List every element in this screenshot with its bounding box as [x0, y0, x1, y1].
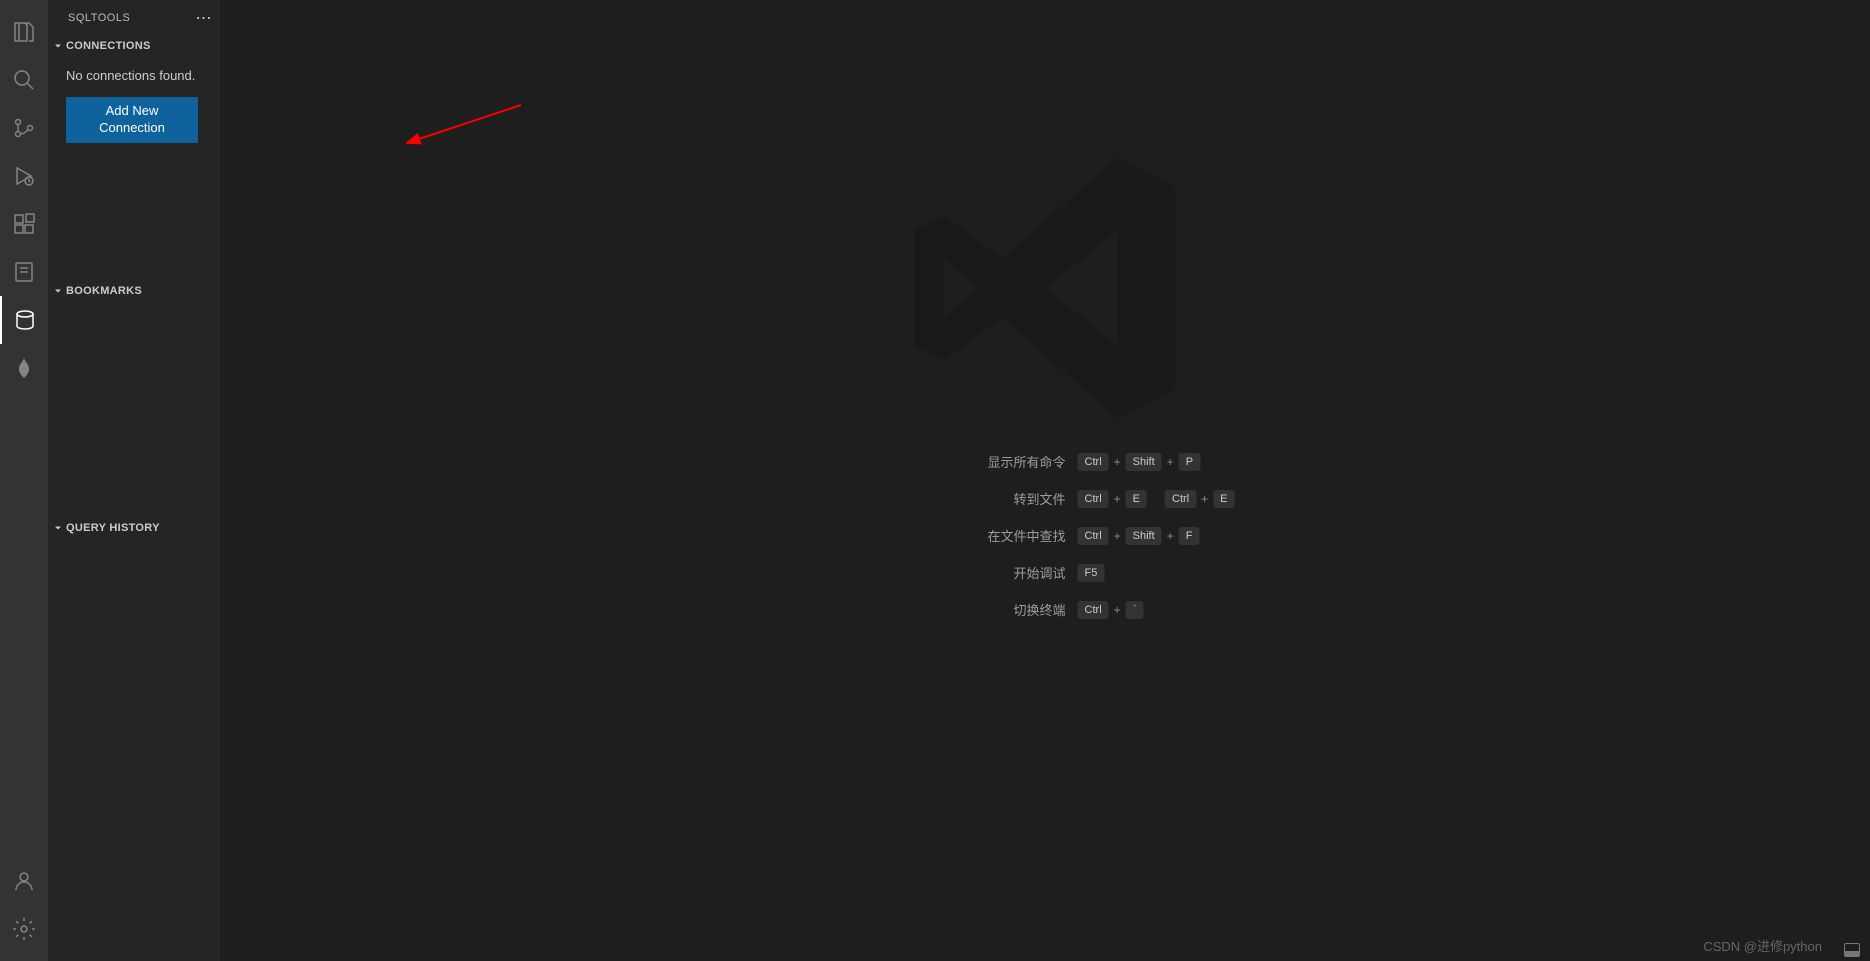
- key: `: [1126, 601, 1144, 619]
- chevron-down-icon: [52, 285, 64, 297]
- editor-area: 显示所有命令 Ctrl + Shift + P 转到文件 Ctrl + E Ctrl + E 在文件中查找…: [220, 0, 1870, 961]
- more-icon[interactable]: ⋯: [196, 8, 213, 28]
- shortcut-keys: F5: [1078, 564, 1105, 582]
- shortcut-label: 转到文件: [856, 489, 1066, 508]
- shortcut-keys: Ctrl + Shift + F: [1078, 527, 1200, 545]
- activity-explorer[interactable]: [0, 8, 48, 56]
- vscode-logo: [900, 143, 1190, 433]
- shortcut-row: 转到文件 Ctrl + E Ctrl + E: [856, 489, 1235, 508]
- plus-separator: +: [1114, 492, 1121, 506]
- welcome-shortcuts: 显示所有命令 Ctrl + Shift + P 转到文件 Ctrl + E Ctrl + E 在文件中查找…: [856, 452, 1235, 619]
- activity-settings[interactable]: [0, 905, 48, 953]
- key: Ctrl: [1078, 601, 1109, 619]
- sidebar: SQLTOOLS ⋯ CONNECTIONS No connections fo…: [48, 0, 220, 961]
- key: F: [1179, 527, 1200, 545]
- activity-extensions[interactable]: [0, 200, 48, 248]
- shortcut-row: 在文件中查找 Ctrl + Shift + F: [856, 526, 1235, 545]
- plus-separator: +: [1114, 455, 1121, 469]
- add-new-connection-button[interactable]: Add New Connection: [66, 97, 198, 143]
- key: Shift: [1126, 453, 1162, 471]
- activity-search[interactable]: [0, 56, 48, 104]
- sidebar-header: SQLTOOLS ⋯: [48, 0, 220, 35]
- shortcut-row: 开始调试 F5: [856, 563, 1235, 582]
- key: Shift: [1126, 527, 1162, 545]
- activity-account[interactable]: [0, 857, 48, 905]
- key: E: [1213, 490, 1234, 508]
- shortcut-keys: Ctrl + E Ctrl + E: [1078, 490, 1235, 508]
- activity-sqltools[interactable]: [0, 296, 48, 344]
- connections-content: No connections found. Add New Connection: [48, 57, 220, 153]
- activity-run-debug[interactable]: [0, 152, 48, 200]
- shortcut-keys: Ctrl + `: [1078, 601, 1144, 619]
- key: F5: [1078, 564, 1105, 582]
- layout-panel-icon[interactable]: [1844, 943, 1860, 957]
- section-header-history[interactable]: QUERY HISTORY: [48, 517, 220, 539]
- plus-separator: +: [1167, 455, 1174, 469]
- plus-separator: +: [1201, 492, 1208, 506]
- chevron-down-icon: [52, 40, 64, 52]
- key: P: [1179, 453, 1200, 471]
- key: Ctrl: [1078, 527, 1109, 545]
- plus-separator: +: [1114, 529, 1121, 543]
- plus-separator: +: [1114, 603, 1121, 617]
- sidebar-title: SQLTOOLS: [68, 12, 130, 24]
- activity-notebook[interactable]: [0, 248, 48, 296]
- activity-mongo[interactable]: [0, 344, 48, 392]
- connections-label: CONNECTIONS: [66, 40, 151, 52]
- no-connections-text: No connections found.: [66, 67, 202, 85]
- activity-bar: [0, 0, 48, 961]
- activity-source-control[interactable]: [0, 104, 48, 152]
- section-header-connections[interactable]: CONNECTIONS: [48, 35, 220, 57]
- key: Ctrl: [1165, 490, 1196, 508]
- chevron-down-icon: [52, 522, 64, 534]
- section-header-bookmarks[interactable]: BOOKMARKS: [48, 280, 220, 302]
- shortcut-keys: Ctrl + Shift + P: [1078, 453, 1201, 471]
- key: Ctrl: [1078, 453, 1109, 471]
- shortcut-label: 切换终端: [856, 600, 1066, 619]
- shortcut-label: 开始调试: [856, 563, 1066, 582]
- key: E: [1126, 490, 1147, 508]
- shortcut-label: 显示所有命令: [856, 452, 1066, 471]
- shortcut-row: 切换终端 Ctrl + `: [856, 600, 1235, 619]
- watermark: CSDN @进修python: [1703, 936, 1822, 955]
- plus-separator: +: [1167, 529, 1174, 543]
- key: Ctrl: [1078, 490, 1109, 508]
- shortcut-label: 在文件中查找: [856, 526, 1066, 545]
- annotation-arrow: [406, 100, 526, 150]
- history-label: QUERY HISTORY: [66, 522, 160, 534]
- bookmarks-label: BOOKMARKS: [66, 285, 142, 297]
- shortcut-row: 显示所有命令 Ctrl + Shift + P: [856, 452, 1235, 471]
